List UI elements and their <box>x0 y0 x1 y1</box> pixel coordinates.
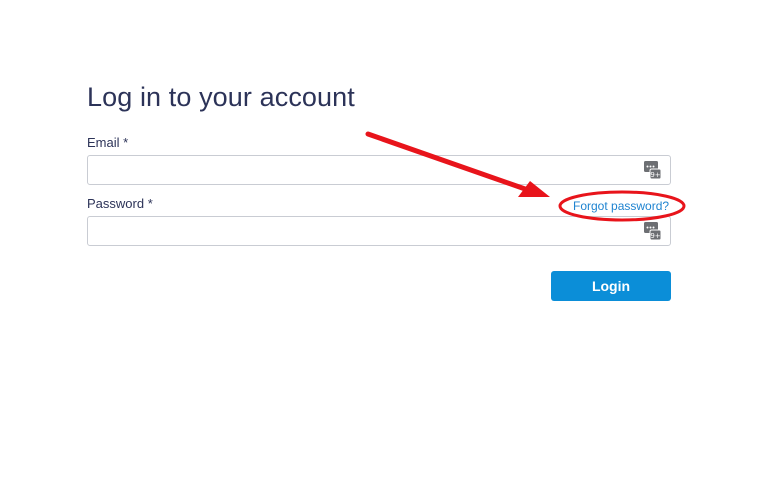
email-field[interactable]: 9+ <box>87 155 671 185</box>
svg-text:9+: 9+ <box>650 232 660 240</box>
login-page: Log in to your account Email * 9+ Passwo… <box>0 0 762 481</box>
email-label: Email * <box>87 135 129 150</box>
forgot-password-link[interactable]: Forgot password? <box>573 199 669 213</box>
password-label: Password * <box>87 196 153 211</box>
login-button[interactable]: Login <box>551 271 671 301</box>
page-title: Log in to your account <box>87 82 355 112</box>
password-field[interactable]: 9+ <box>87 216 671 246</box>
svg-text:9+: 9+ <box>650 171 660 179</box>
password-manager-key-icon[interactable]: 9+ <box>644 161 661 179</box>
password-manager-key-icon[interactable]: 9+ <box>644 222 661 240</box>
